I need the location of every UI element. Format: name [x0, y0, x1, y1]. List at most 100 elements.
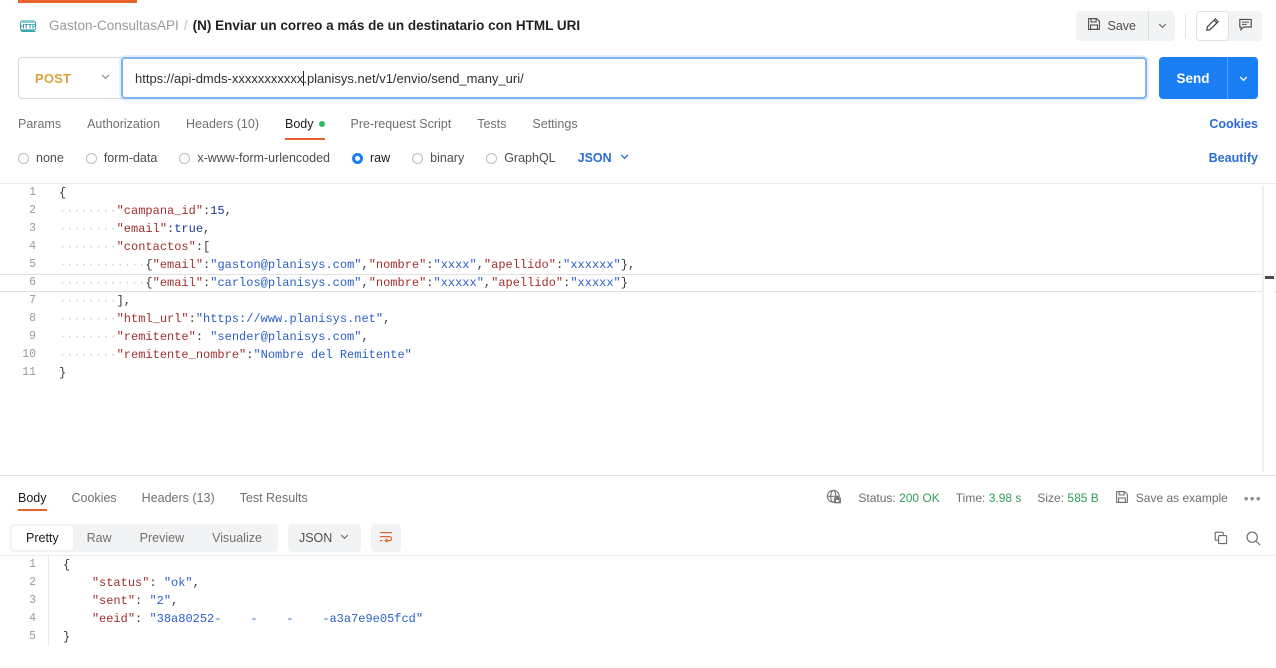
save-button-label: Save	[1107, 18, 1137, 33]
response-separator	[0, 475, 1276, 476]
response-tab-headers[interactable]: Headers (13)	[142, 480, 215, 516]
response-tab-bar: Body Cookies Headers (13) Test Results S…	[0, 480, 1276, 516]
breadcrumb-request-name[interactable]: (N) Enviar un correo a más de un destina…	[193, 18, 581, 33]
save-as-example-button[interactable]: Save as example	[1115, 490, 1228, 507]
send-button-group: Send	[1159, 57, 1258, 99]
http-method-select[interactable]: POST	[18, 57, 122, 99]
code-text: }	[59, 366, 67, 380]
line-number: 3	[29, 222, 36, 235]
search-icon[interactable]	[1245, 530, 1262, 547]
copy-icon[interactable]	[1213, 530, 1229, 546]
body-type-raw[interactable]: raw	[352, 151, 390, 165]
code-line[interactable]: 2 "status": "ok",	[0, 574, 1276, 592]
body-modified-dot	[318, 120, 325, 127]
code-line[interactable]: 6 ············{"email":"carlos@planisys.c…	[0, 274, 1276, 292]
breadcrumb-separator: /	[183, 18, 188, 33]
code-line[interactable]: 1{	[0, 556, 1276, 574]
floppy-disk-icon	[1115, 490, 1129, 507]
body-format-label: JSON	[577, 151, 612, 165]
breadcrumb-collection[interactable]: Gaston-ConsultasAPI	[49, 18, 179, 33]
code-line[interactable]: 7 ········],	[0, 292, 1276, 310]
response-meta: Status: 200 OK Time: 3.98 s Size: 585 B	[826, 489, 1262, 508]
save-button-group: Save	[1075, 10, 1175, 41]
tab-params[interactable]: Params	[18, 108, 61, 139]
beautify-link[interactable]: Beautify	[1209, 151, 1258, 165]
save-as-example-label: Save as example	[1135, 491, 1228, 505]
tab-tests[interactable]: Tests	[477, 108, 506, 139]
tab-authorization[interactable]: Authorization	[87, 108, 160, 139]
code-text: ········"remitente": "sender@planisys.co…	[59, 330, 369, 344]
line-number: 1	[29, 186, 36, 199]
request-header: HTTP Gaston-ConsultasAPI / (N) Enviar un…	[0, 3, 1276, 48]
line-number: 7	[29, 294, 36, 307]
code-line[interactable]: 3 ········"email":true,	[0, 220, 1276, 238]
send-button[interactable]: Send	[1159, 57, 1227, 99]
code-text: ············{"email":"gaston@planisys.co…	[59, 258, 636, 272]
code-text: ············{"email":"carlos@planisys.co…	[59, 276, 628, 290]
response-view-visualize[interactable]: Visualize	[198, 526, 276, 550]
body-type-none[interactable]: none	[18, 151, 64, 165]
line-number: 3	[29, 594, 36, 607]
save-button[interactable]: Save	[1076, 10, 1149, 41]
cookies-link[interactable]: Cookies	[1209, 117, 1258, 131]
code-line[interactable]: 5 ············{"email":"gaston@planisys.c…	[0, 256, 1276, 274]
response-format-label: JSON	[298, 531, 333, 545]
code-line[interactable]: 8 ········"html_url":"https://www.planisy…	[0, 310, 1276, 328]
response-view-pretty[interactable]: Pretty	[12, 526, 73, 550]
code-line[interactable]: 3 "sent": "2",	[0, 592, 1276, 610]
response-view-preview[interactable]: Preview	[126, 526, 198, 550]
response-view-switcher: Pretty Raw Preview Visualize	[10, 524, 278, 552]
url-input[interactable]: https://api-dmds-xxxxxxxxxxx.planisys.ne…	[121, 57, 1147, 99]
code-line[interactable]: 10 ········"remitente_nombre":"Nombre del…	[0, 346, 1276, 364]
tab-settings[interactable]: Settings	[532, 108, 577, 139]
code-text: {	[59, 186, 67, 200]
response-format-select[interactable]: JSON	[287, 524, 362, 552]
comment-icon	[1238, 17, 1253, 35]
code-line[interactable]: 9 ········"remitente": "sender@planisys.c…	[0, 328, 1276, 346]
size-value: 585 B	[1067, 491, 1099, 505]
code-line[interactable]: 5}	[0, 628, 1276, 646]
header-actions: Save	[1075, 10, 1262, 41]
globe-lock-icon[interactable]	[826, 489, 842, 508]
code-line[interactable]: 4 ········"contactos":[	[0, 238, 1276, 256]
code-line[interactable]: 4 "eeid": "38a80252- - - -a3a7e9e05fcd"	[0, 610, 1276, 628]
line-number: 2	[29, 576, 36, 589]
save-options-caret[interactable]	[1149, 11, 1175, 41]
url-text-after-caret: .planisys.net/v1/envio/send_many_uri/	[303, 70, 524, 86]
body-type-urlencoded[interactable]: x-www-form-urlencoded	[179, 151, 330, 165]
code-line[interactable]: 1{	[0, 184, 1276, 202]
response-tab-body[interactable]: Body	[18, 480, 47, 516]
request-body-editor[interactable]: 1{2 ········"campana_id":15, 3 ········"ema…	[0, 183, 1276, 475]
code-text: "eeid": "38a80252- - - -a3a7e9e05fcd"	[48, 610, 423, 628]
body-format-select[interactable]: JSON	[578, 151, 630, 165]
body-type-binary[interactable]: binary	[412, 151, 464, 165]
response-tab-test-results[interactable]: Test Results	[240, 480, 308, 516]
response-tab-cookies[interactable]: Cookies	[72, 480, 117, 516]
word-wrap-button[interactable]	[371, 524, 402, 552]
edit-button[interactable]	[1196, 10, 1229, 41]
code-text: ········"campana_id":15,	[59, 204, 232, 218]
tab-body[interactable]: Body	[285, 108, 325, 140]
status-label: Status: 200 OK	[858, 491, 940, 505]
send-options-caret[interactable]	[1227, 57, 1258, 99]
code-line[interactable]: 11}	[0, 364, 1276, 382]
comment-button[interactable]	[1229, 11, 1262, 41]
body-type-options: none form-data x-www-form-urlencoded raw…	[0, 144, 1276, 172]
radio-icon-selected	[352, 152, 363, 164]
code-text: ········],	[59, 294, 132, 308]
tab-pre-request-script[interactable]: Pre-request Script	[351, 108, 452, 139]
request-editor-scrollbar[interactable]	[1263, 186, 1274, 472]
response-view-raw[interactable]: Raw	[73, 526, 126, 550]
code-text: ········"remitente_nombre":"Nombre del R…	[59, 348, 412, 362]
code-text: "status": "ok",	[48, 574, 200, 592]
header-divider	[1185, 13, 1186, 38]
line-number: 10	[22, 348, 36, 361]
code-line[interactable]: 2 ········"campana_id":15,	[0, 202, 1276, 220]
tab-headers[interactable]: Headers (10)	[186, 108, 259, 139]
word-wrap-icon	[378, 529, 394, 548]
response-body-viewer[interactable]: 1{2 "status": "ok", 3 "sent": "2", 4 "eeid…	[0, 556, 1276, 668]
ellipsis-icon[interactable]: •••	[1244, 491, 1262, 506]
body-type-graphql[interactable]: GraphQL	[486, 151, 556, 165]
body-type-form-data[interactable]: form-data	[85, 151, 157, 165]
response-view-toolbar: Pretty Raw Preview Visualize JSON	[0, 521, 1276, 555]
